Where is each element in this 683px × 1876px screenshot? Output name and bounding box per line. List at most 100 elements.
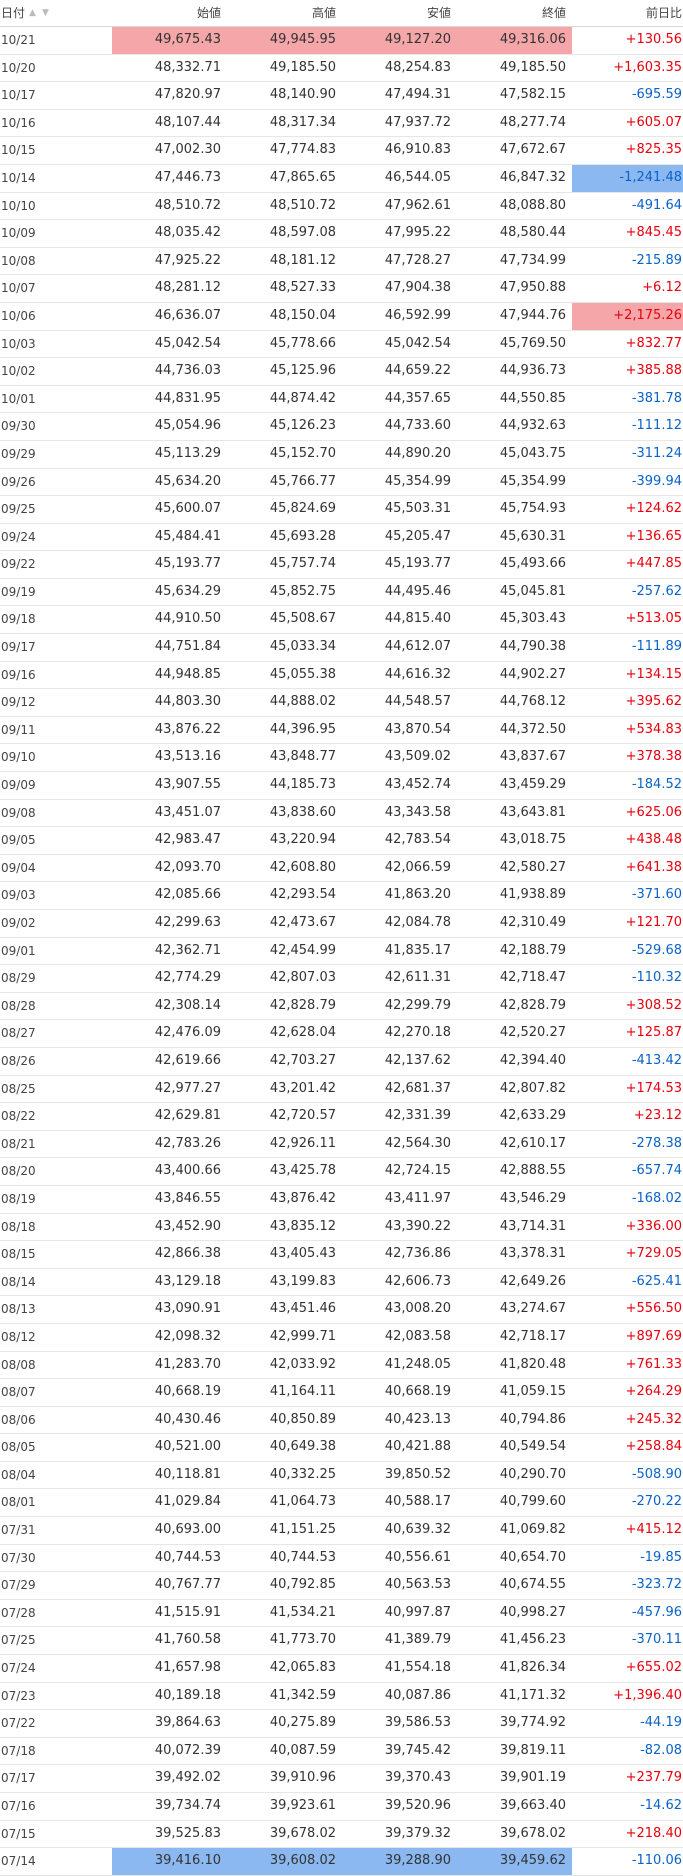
cell-close: 47,944.76 bbox=[499, 307, 566, 323]
cell-date: 10/20 bbox=[1, 60, 36, 75]
cell-open: 39,864.63 bbox=[154, 1715, 221, 1731]
cell-high: 49,185.50 bbox=[269, 59, 336, 75]
cell-high: 40,792.85 bbox=[269, 1577, 336, 1593]
table-row: 08/12 42,098.32 42,999.71 42,083.58 42,718.1… bbox=[0, 1324, 683, 1352]
cell-high: 48,181.12 bbox=[269, 252, 336, 268]
cell-date: 08/12 bbox=[1, 1329, 36, 1344]
cell-open: 41,029.84 bbox=[154, 1494, 221, 1510]
cell-low: 39,520.96 bbox=[384, 1798, 451, 1813]
cell-high: 41,773.70 bbox=[269, 1632, 336, 1648]
cell-low: 42,066.59 bbox=[384, 859, 451, 875]
cell-low: 44,548.57 bbox=[384, 694, 451, 710]
cell-low: 43,343.58 bbox=[384, 804, 451, 820]
cell-change: -323.72 bbox=[631, 1577, 682, 1593]
cell-close: 40,290.70 bbox=[499, 1466, 566, 1482]
cell-high: 45,508.67 bbox=[269, 611, 336, 627]
table-row: 09/08 43,451.07 43,838.60 43,343.58 43,643.8… bbox=[0, 800, 683, 828]
cell-high: 43,835.12 bbox=[269, 1218, 336, 1234]
cell-open: 40,668.19 bbox=[154, 1384, 221, 1400]
cell-date: 07/24 bbox=[1, 1661, 36, 1676]
column-header-change[interactable]: 前日比 bbox=[572, 0, 683, 26]
table-row: 09/05 42,983.47 43,220.94 42,783.54 43,018.7… bbox=[0, 827, 683, 855]
cell-change: +832.77 bbox=[625, 335, 682, 351]
table-header: 日付 ▲ ▼ 始値 高値 安値 終値 前日比 bbox=[0, 0, 683, 27]
cell-close: 39,774.92 bbox=[499, 1715, 566, 1731]
cell-change: +134.15 bbox=[625, 666, 682, 682]
cell-open: 47,002.30 bbox=[154, 142, 221, 158]
table-row: 10/14 47,446.73 47,865.65 46,544.05 46,847.3… bbox=[0, 164, 683, 193]
cell-date: 08/13 bbox=[1, 1302, 36, 1317]
sort-ascending-icon[interactable]: ▲ bbox=[29, 8, 38, 18]
cell-change: +378.38 bbox=[625, 749, 682, 765]
cell-high: 42,608.80 bbox=[269, 859, 336, 875]
column-header-date-label: 日付 bbox=[1, 6, 26, 20]
cell-high: 41,151.25 bbox=[269, 1522, 336, 1538]
cell-date: 09/24 bbox=[1, 529, 36, 544]
table-row: 07/15 39,525.83 39,678.02 39,379.32 39,678.0… bbox=[0, 1821, 683, 1849]
cell-low: 40,421.88 bbox=[384, 1439, 451, 1455]
table-row: 07/25 41,760.58 41,773.70 41,389.79 41,456.2… bbox=[0, 1627, 683, 1656]
cell-close: 40,674.55 bbox=[499, 1577, 566, 1593]
cell-close: 45,043.75 bbox=[499, 445, 566, 461]
table-row: 08/22 42,629.81 42,720.57 42,331.39 42,633.2… bbox=[0, 1103, 683, 1131]
cell-low: 46,592.99 bbox=[384, 307, 451, 323]
cell-open: 45,042.54 bbox=[154, 335, 221, 351]
cell-high: 42,628.04 bbox=[269, 1025, 336, 1041]
cell-high: 40,850.89 bbox=[269, 1411, 336, 1427]
cell-high: 42,720.57 bbox=[269, 1108, 336, 1124]
cell-open: 40,430.46 bbox=[154, 1411, 221, 1427]
cell-open: 40,744.53 bbox=[154, 1549, 221, 1565]
table-row: 09/11 43,876.22 44,396.95 43,870.54 44,372.5… bbox=[0, 717, 683, 745]
cell-high: 42,454.99 bbox=[269, 942, 336, 958]
cell-low: 49,127.20 bbox=[342, 27, 457, 54]
cell-open: 43,907.55 bbox=[154, 777, 221, 793]
cell-high: 43,848.77 bbox=[269, 749, 336, 765]
sort-descending-icon[interactable]: ▼ bbox=[42, 8, 51, 18]
cell-low: 43,008.20 bbox=[384, 1301, 451, 1317]
cell-close: 42,188.79 bbox=[499, 942, 566, 958]
cell-open: 45,113.29 bbox=[154, 445, 221, 461]
cell-date: 08/27 bbox=[1, 1026, 36, 1041]
cell-close: 45,754.93 bbox=[499, 501, 566, 517]
cell-high: 45,125.96 bbox=[269, 363, 336, 379]
cell-low: 47,494.31 bbox=[384, 87, 451, 103]
cell-change: +395.62 bbox=[625, 694, 682, 710]
cell-low: 44,659.22 bbox=[384, 363, 451, 379]
table-row: 09/24 45,484.41 45,693.28 45,205.47 45,630.3… bbox=[0, 524, 683, 552]
cell-high: 48,150.04 bbox=[269, 307, 336, 323]
column-header-close[interactable]: 終値 bbox=[457, 0, 572, 26]
cell-change: +534.83 bbox=[625, 721, 682, 737]
cell-date: 10/17 bbox=[1, 88, 36, 103]
table-row: 08/13 43,090.91 43,451.46 43,008.20 43,274.6… bbox=[0, 1296, 683, 1324]
cell-high: 45,766.77 bbox=[269, 473, 336, 489]
cell-close: 40,794.86 bbox=[499, 1411, 566, 1427]
cell-low: 40,423.13 bbox=[384, 1411, 451, 1427]
cell-change: +130.56 bbox=[625, 32, 682, 47]
cell-low: 40,997.87 bbox=[384, 1604, 451, 1620]
cell-change: +655.02 bbox=[625, 1660, 682, 1676]
table-row: 08/28 42,308.14 42,828.79 42,299.79 42,828.7… bbox=[0, 993, 683, 1021]
table-row: 07/30 40,744.53 40,744.53 40,556.61 40,654.7… bbox=[0, 1545, 683, 1573]
table-row: 08/26 42,619.66 42,703.27 42,137.62 42,394.4… bbox=[0, 1048, 683, 1076]
column-header-low[interactable]: 安値 bbox=[342, 0, 457, 26]
cell-close: 44,902.27 bbox=[499, 666, 566, 682]
cell-close: 43,837.67 bbox=[499, 749, 566, 765]
column-header-date[interactable]: 日付 ▲ ▼ bbox=[0, 0, 112, 26]
cell-close: 41,938.89 bbox=[499, 887, 566, 903]
cell-low: 47,962.61 bbox=[384, 197, 451, 213]
table-row: 10/07 48,281.12 48,527.33 47,904.38 47,950.8… bbox=[0, 275, 683, 303]
cell-open: 47,820.97 bbox=[154, 87, 221, 103]
cell-change: -110.06 bbox=[631, 1853, 682, 1869]
cell-low: 47,728.27 bbox=[384, 252, 451, 268]
cell-open: 40,693.00 bbox=[154, 1522, 221, 1538]
table-row: 09/18 44,910.50 45,508.67 44,815.40 45,303.4… bbox=[0, 606, 683, 635]
cell-high: 49,945.95 bbox=[227, 27, 342, 54]
cell-date: 10/15 bbox=[1, 143, 36, 158]
cell-close: 43,714.31 bbox=[499, 1218, 566, 1234]
cell-low: 45,193.77 bbox=[384, 556, 451, 572]
table-row: 09/26 45,634.20 45,766.77 45,354.99 45,354.9… bbox=[0, 469, 683, 497]
cell-close: 39,819.11 bbox=[499, 1742, 566, 1758]
cell-low: 39,745.42 bbox=[384, 1742, 451, 1758]
column-header-high[interactable]: 高値 bbox=[227, 0, 342, 26]
column-header-open[interactable]: 始値 bbox=[112, 0, 227, 26]
